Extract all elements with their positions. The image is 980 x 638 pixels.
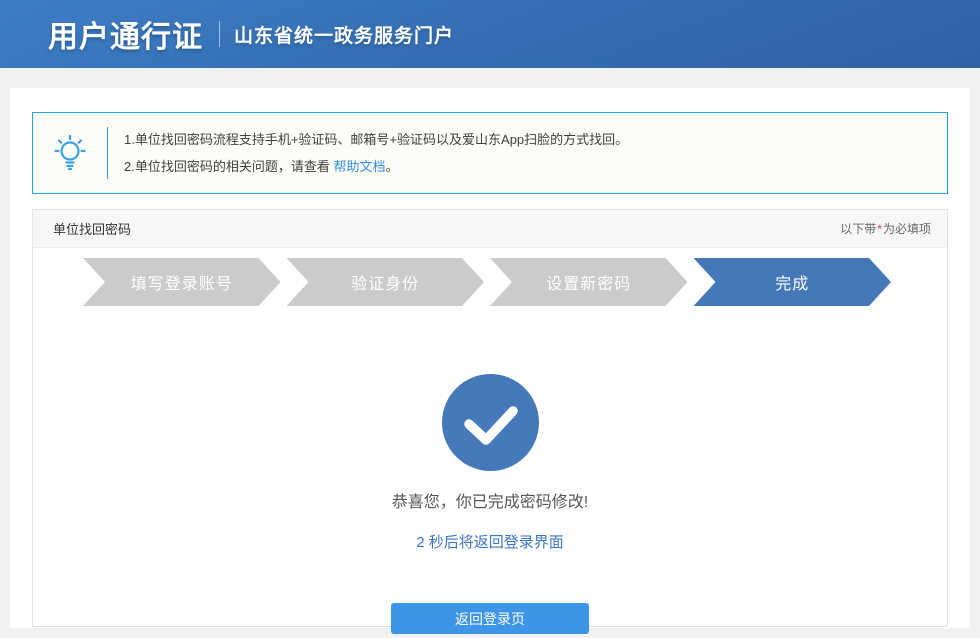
back-to-login-button[interactable]: 返回登录页 [391, 603, 589, 634]
app-title: 用户通行证 [48, 12, 203, 56]
app-header: 用户通行证 山东省统一政务服务门户 [0, 0, 980, 68]
panel-header: 单位找回密码 以下带*为必填项 [33, 210, 947, 248]
result-section: 恭喜您，你已完成密码修改! 2 秒后将返回登录界面 返回登录页 [33, 374, 947, 634]
required-star: * [877, 222, 882, 236]
header-divider [219, 21, 220, 47]
password-recovery-panel: 单位找回密码 以下带*为必填项 填写登录账号 验证身份 设置新密码 完成 恭喜您… [32, 209, 948, 627]
step-progress-bar: 填写登录账号 验证身份 设置新密码 完成 [83, 258, 891, 306]
success-check-icon [442, 374, 539, 471]
notice-text: 1.单位找回密码流程支持手机+验证码、邮箱号+验证码以及爱山东App扫脸的方式找… [108, 126, 628, 180]
portal-subtitle: 山东省统一政务服务门户 [234, 21, 454, 48]
success-message: 恭喜您，你已完成密码修改! [33, 488, 947, 512]
countdown-message: 2 秒后将返回登录界面 [33, 531, 947, 552]
lightbulb-icon [33, 134, 107, 172]
notice-line-2: 2.单位找回密码的相关问题，请查看 帮助文档。 [124, 153, 628, 180]
step-fill-account: 填写登录账号 [83, 258, 281, 306]
required-fields-note: 以下带*为必填项 [840, 220, 931, 237]
step-complete: 完成 [694, 258, 892, 306]
panel-title: 单位找回密码 [53, 219, 131, 238]
page-container: 1.单位找回密码流程支持手机+验证码、邮箱号+验证码以及爱山东App扫脸的方式找… [10, 88, 970, 628]
step-set-new-password: 设置新密码 [490, 258, 688, 306]
notice-line-1: 1.单位找回密码流程支持手机+验证码、邮箱号+验证码以及爱山东App扫脸的方式找… [124, 126, 628, 153]
step-verify-identity: 验证身份 [287, 258, 485, 306]
help-doc-link[interactable]: 帮助文档 [333, 159, 385, 174]
notice-box: 1.单位找回密码流程支持手机+验证码、邮箱号+验证码以及爱山东App扫脸的方式找… [32, 112, 948, 194]
